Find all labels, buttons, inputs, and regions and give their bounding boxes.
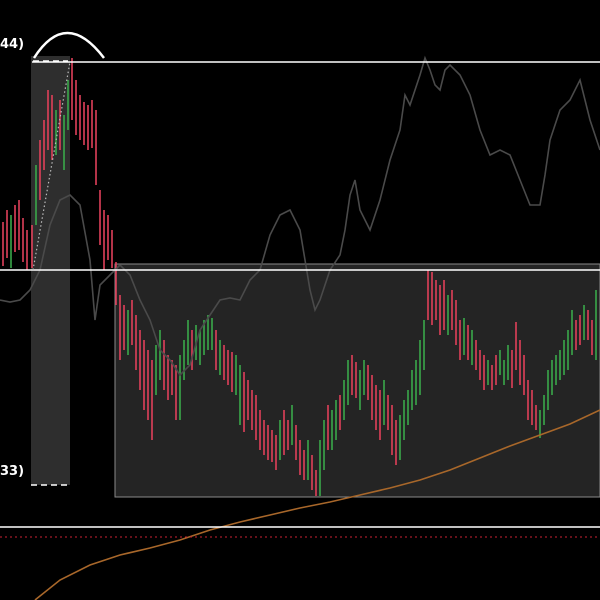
top-level-label: 44) <box>0 37 24 52</box>
price-chart: 44) 33) <box>0 0 600 600</box>
bottom-level-label: 33) <box>0 464 24 479</box>
chart-root: 44) 33) <box>0 0 600 600</box>
